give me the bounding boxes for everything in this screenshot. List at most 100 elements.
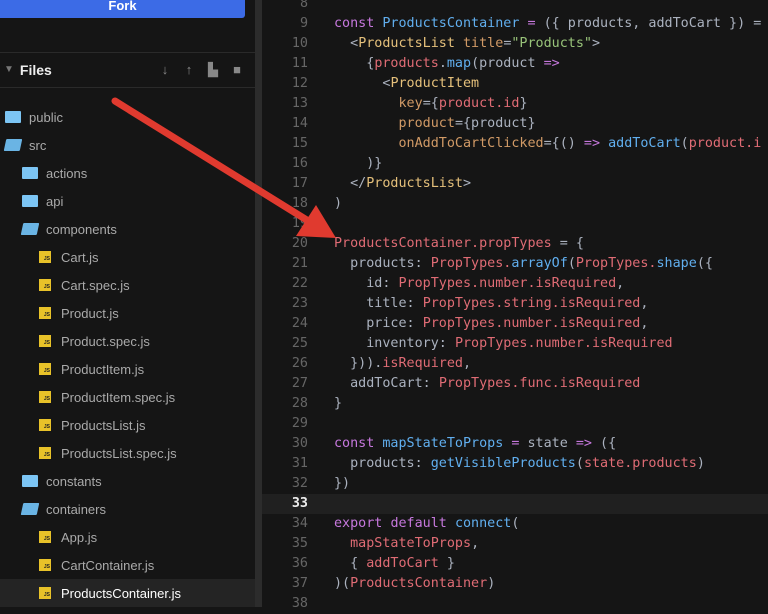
code-line[interactable]: 14 product={product} <box>262 114 768 134</box>
code-token: { <box>334 56 375 71</box>
line-number: 21 <box>291 256 308 271</box>
code-line[interactable]: 34 export default connect( <box>262 514 768 534</box>
folder-item[interactable]: api <box>0 187 255 215</box>
item-label: public <box>29 109 63 125</box>
code-token: onAddToCartClicked <box>334 136 544 151</box>
new-file-icon[interactable]: ▙ <box>201 62 225 78</box>
code-line[interactable]: 19 <box>262 214 768 234</box>
code-token: getVisibleProducts <box>430 456 576 471</box>
code-editor[interactable]: 8 9 const ProductsContainer = ({ products,… <box>262 0 768 611</box>
download-icon[interactable]: ↓ <box>153 62 177 77</box>
code-token: PropTypes.number.isRequired <box>398 276 617 291</box>
folder-item[interactable]: containers <box>0 495 255 523</box>
file-item[interactable]: JS ProductsList.js <box>0 411 255 439</box>
code-token: ({ <box>696 256 713 271</box>
code-line[interactable]: 29 <box>262 414 768 434</box>
code-line[interactable]: 31 products: getVisibleProducts(state.pr… <box>262 454 768 474</box>
code-token: PropTypes.number.isRequired <box>454 336 673 351</box>
code-line[interactable]: 22 id: PropTypes.number.isRequired, <box>262 274 768 294</box>
code-line[interactable]: 37 )(ProductsContainer) <box>262 574 768 594</box>
file-item[interactable]: JS Product.spec.js <box>0 327 255 355</box>
file-item[interactable]: JS CartContainer.js <box>0 551 255 579</box>
code-line[interactable]: 18) <box>262 194 768 214</box>
line-number: 9 <box>299 16 308 31</box>
code-token: PropTypes. <box>430 256 512 271</box>
code-line[interactable]: 20 ProductsContainer.propTypes = { <box>262 234 768 254</box>
folder-icon <box>22 167 38 179</box>
line-number: 37 <box>291 576 308 591</box>
file-item[interactable]: JS ProductsContainer.js <box>0 579 255 607</box>
fork-button[interactable]: Fork <box>0 0 245 18</box>
code-line[interactable]: 17 </ProductsList> <box>262 174 768 194</box>
item-label: components <box>46 221 117 237</box>
line-number: 28 <box>291 396 308 411</box>
code-token: mapStateToProps <box>334 536 472 551</box>
code-token: }) <box>334 476 351 491</box>
code-token: ={() <box>543 136 584 151</box>
code-line[interactable]: 32}) <box>262 474 768 494</box>
folder-icon <box>22 475 38 487</box>
code-line[interactable]: 8 <box>262 0 768 14</box>
folder-item[interactable]: actions <box>0 159 255 187</box>
code-line[interactable]: 35 mapStateToProps, <box>262 534 768 554</box>
new-folder-icon[interactable]: ■ <box>225 62 249 77</box>
code-token: connect <box>454 516 512 531</box>
line-number: 25 <box>291 336 308 351</box>
file-item[interactable]: JS ProductsList.spec.js <box>0 439 255 467</box>
code-line[interactable]: 26 })).isRequired, <box>262 354 768 374</box>
folder-item[interactable]: public <box>0 103 255 131</box>
code-line[interactable]: 10 <ProductsList title="Products"> <box>262 34 768 54</box>
code-line[interactable]: 25 inventory: PropTypes.number.isRequire… <box>262 334 768 354</box>
code-token: , <box>640 316 649 331</box>
upload-icon[interactable]: ↑ <box>177 62 201 77</box>
code-line[interactable]: 11 {products.map(product => <box>262 54 768 74</box>
folder-icon <box>22 195 38 207</box>
line-number: 17 <box>291 176 308 191</box>
file-item[interactable]: JS Cart.js <box>0 243 255 271</box>
code-token: = { <box>551 236 584 251</box>
code-line[interactable]: 23 title: PropTypes.string.isRequired, <box>262 294 768 314</box>
code-line[interactable]: 28} <box>262 394 768 414</box>
line-number: 38 <box>291 596 308 611</box>
folder-item[interactable]: constants <box>0 467 255 495</box>
line-number: 36 <box>291 556 308 571</box>
folder-item[interactable]: src <box>0 131 255 159</box>
code-line[interactable]: 16 )} <box>262 154 768 174</box>
code-line[interactable]: 21 products: PropTypes.arrayOf(PropTypes… <box>262 254 768 274</box>
code-line[interactable]: 38 <box>262 594 768 614</box>
code-text: title: PropTypes.string.isRequired, <box>334 294 648 314</box>
code-text: )(ProductsContainer) <box>334 574 495 594</box>
code-line[interactable]: 36 { addToCart } <box>262 554 768 574</box>
files-header[interactable]: ▼ Files ↓ ↑ ▙ ■ <box>0 52 255 87</box>
code-token: , <box>471 536 480 551</box>
code-line[interactable]: 24 price: PropTypes.number.isRequired, <box>262 314 768 334</box>
code-token: product.i <box>688 136 762 151</box>
file-item[interactable]: JS Product.js <box>0 299 255 327</box>
code-line[interactable]: 13 key={product.id} <box>262 94 768 114</box>
code-token: const <box>334 436 383 451</box>
code-token: ({ <box>592 436 617 451</box>
line-number: 19 <box>291 216 308 231</box>
code-token: addToCart <box>600 136 681 151</box>
collapse-triangle-icon[interactable]: ▼ <box>4 64 14 75</box>
code-token: => <box>575 436 592 451</box>
code-line[interactable]: 9 const ProductsContainer = ({ products, … <box>262 14 768 34</box>
line-number: 29 <box>291 416 308 431</box>
code-line[interactable]: 33 <box>262 494 768 514</box>
file-item[interactable]: JS Cart.spec.js <box>0 271 255 299</box>
code-token: ProductsContainer <box>350 576 488 591</box>
code-line[interactable]: 15 onAddToCartClicked={() => addToCart(p… <box>262 134 768 154</box>
code-line[interactable]: 12 <ProductItem <box>262 74 768 94</box>
file-item[interactable]: JS ProductItem.spec.js <box>0 383 255 411</box>
sidebar-scrollbar[interactable] <box>255 0 262 607</box>
line-number: 10 <box>291 36 308 51</box>
file-item[interactable]: JS ProductItem.js <box>0 355 255 383</box>
folder-item[interactable]: components <box>0 215 255 243</box>
item-label: App.js <box>61 529 98 545</box>
code-token: const <box>334 16 383 31</box>
code-line[interactable]: 27 addToCart: PropTypes.func.isRequired <box>262 374 768 394</box>
file-item[interactable]: JS App.js <box>0 523 255 551</box>
code-token: > <box>463 176 472 191</box>
code-token: addToCart <box>366 556 439 571</box>
code-line[interactable]: 30 const mapStateToProps = state => ({ <box>262 434 768 454</box>
